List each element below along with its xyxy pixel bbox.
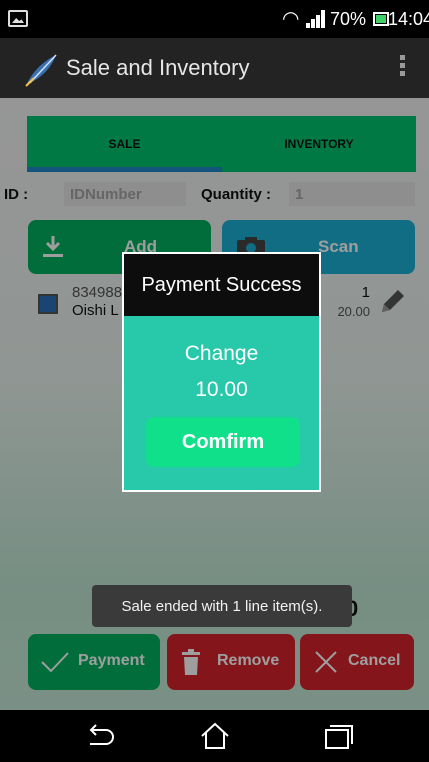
image-notification-icon bbox=[8, 10, 28, 27]
battery-percent: 70% bbox=[330, 9, 367, 29]
app-bar: Sale and Inventory bbox=[0, 38, 429, 98]
back-icon[interactable] bbox=[84, 722, 116, 750]
app-title: Sale and Inventory bbox=[66, 55, 250, 80]
overflow-menu-icon[interactable] bbox=[392, 52, 412, 84]
signal-icon bbox=[306, 10, 326, 28]
dialog-title: Payment Success bbox=[124, 254, 319, 316]
recent-apps-icon[interactable] bbox=[322, 722, 354, 750]
navigation-bar bbox=[0, 710, 429, 762]
payment-success-dialog: Payment Success Change 10.00 Comfirm bbox=[122, 252, 321, 492]
change-value: 10.00 bbox=[195, 378, 248, 401]
toast-message: Sale ended with 1 line item(s). bbox=[92, 585, 352, 627]
status-bar: ◠ 70% 14:04 bbox=[0, 0, 429, 38]
change-label: Change bbox=[184, 342, 259, 365]
clock: 14:04 bbox=[388, 9, 429, 29]
app-logo-feather-icon bbox=[25, 54, 57, 87]
battery-icon bbox=[373, 12, 389, 26]
confirm-button[interactable]: Comfirm bbox=[146, 417, 300, 467]
wifi-icon: ◠ bbox=[282, 8, 300, 30]
home-icon[interactable] bbox=[199, 722, 231, 750]
